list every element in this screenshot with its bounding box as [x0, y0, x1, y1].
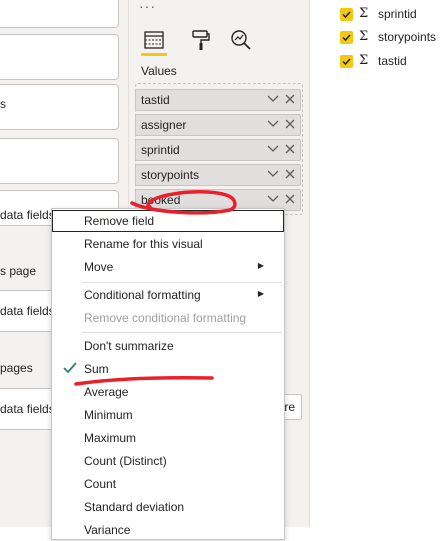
value-field-label: tastid	[141, 93, 170, 107]
value-field-label: sprintid	[141, 143, 180, 157]
paint-roller-icon[interactable]	[189, 28, 213, 52]
field-context-menu: Remove field Rename for this visual Move…	[51, 208, 285, 540]
close-icon[interactable]	[284, 167, 296, 181]
filter-card[interactable]	[0, 34, 119, 80]
menu-item-dont-summarize[interactable]: Don't summarize	[52, 335, 284, 357]
field-name: sprintid	[378, 7, 417, 21]
menu-item-label: Maximum	[84, 431, 137, 445]
menu-item-label: Remove conditional formatting	[84, 311, 247, 325]
values-well-label: Values	[141, 64, 177, 78]
menu-item-sum[interactable]: Sum	[52, 358, 284, 380]
checkmark-icon	[342, 11, 351, 19]
sigma-icon: Σ	[359, 29, 369, 44]
value-field-chip[interactable]: storypoints	[135, 164, 301, 186]
submenu-arrow-icon: ▶	[257, 289, 264, 298]
value-field-label: assigner	[141, 118, 187, 132]
menu-item-label: Move	[84, 260, 114, 274]
submenu-arrow-icon: ▶	[257, 261, 264, 270]
menu-item-label: Standard deviation	[84, 500, 185, 514]
menu-item-label: Conditional formatting	[84, 288, 201, 302]
field-name: storypoints	[378, 30, 437, 44]
field-name: tastid	[378, 54, 407, 68]
checkmark-icon	[342, 58, 351, 66]
checkmark-icon	[63, 362, 77, 374]
more-options-icon[interactable]: ···	[139, 0, 156, 14]
menu-item-label: Variance	[84, 523, 131, 537]
chevron-down-icon[interactable]	[266, 142, 280, 156]
close-icon[interactable]	[284, 92, 296, 106]
menu-item-average[interactable]: Average	[52, 381, 284, 403]
chevron-down-icon[interactable]	[266, 117, 280, 131]
menu-item-count[interactable]: Count	[52, 473, 284, 495]
menu-item-rename[interactable]: Rename for this visual	[52, 233, 284, 255]
drop-zone-text: data fields	[0, 304, 55, 318]
menu-separator	[82, 282, 282, 283]
menu-item-label: Don't summarize	[84, 339, 174, 353]
menu-item-maximum[interactable]: Maximum	[52, 427, 284, 449]
active-tab-indicator	[141, 53, 167, 56]
menu-item-label: Sum	[84, 362, 109, 376]
menu-item-standard-deviation[interactable]: Standard deviation	[52, 496, 284, 518]
menu-item-label: Count (Distinct)	[84, 454, 167, 468]
menu-item-remove-field[interactable]: Remove field	[52, 210, 284, 232]
menu-item-count-distinct[interactable]: Count (Distinct)	[52, 450, 284, 472]
filter-card[interactable]	[0, 138, 119, 184]
magnifier-chart-icon[interactable]	[229, 28, 253, 52]
menu-item-label: Minimum	[84, 408, 133, 422]
close-icon[interactable]	[284, 117, 296, 131]
close-icon[interactable]	[284, 192, 296, 206]
section-label: s page	[0, 264, 37, 278]
section-label: pages	[0, 361, 33, 375]
partial-button-label: re	[284, 400, 295, 414]
menu-item-label: Count	[84, 477, 117, 491]
filter-card[interactable]	[0, 0, 119, 28]
filter-card[interactable]: s	[0, 84, 119, 130]
value-field-label: storypoints	[141, 168, 200, 182]
menu-item-minimum[interactable]: Minimum	[52, 404, 284, 426]
chevron-down-icon[interactable]	[266, 167, 280, 181]
table-grid-icon[interactable]	[142, 28, 166, 52]
value-field-chip[interactable]: assigner	[135, 114, 301, 136]
checkbox-checked[interactable]	[340, 8, 353, 21]
chevron-down-icon[interactable]	[266, 192, 280, 206]
drop-zone-text: data fields	[0, 208, 55, 222]
checkbox-checked[interactable]	[340, 31, 353, 44]
sigma-icon: Σ	[359, 53, 369, 68]
value-field-chip[interactable]: tastid	[135, 89, 301, 111]
menu-item-move[interactable]: Move ▶	[52, 256, 284, 278]
menu-item-label: Average	[84, 385, 129, 399]
sigma-icon: Σ	[359, 6, 369, 21]
menu-item-remove-conditional-formatting: Remove conditional formatting	[52, 307, 284, 329]
close-icon[interactable]	[284, 142, 296, 156]
menu-item-label: Rename for this visual	[84, 237, 203, 251]
menu-item-variance[interactable]: Variance	[52, 519, 284, 541]
checkbox-checked[interactable]	[340, 55, 353, 68]
checkmark-icon	[342, 34, 351, 42]
value-field-chip[interactable]: sprintid	[135, 139, 301, 161]
value-field-label: booked	[141, 193, 181, 207]
menu-item-label: Remove field	[84, 214, 155, 228]
menu-item-conditional-formatting[interactable]: Conditional formatting ▶	[52, 284, 284, 306]
drop-zone-text: data fields	[0, 402, 55, 416]
chevron-down-icon[interactable]	[266, 92, 280, 106]
menu-separator	[82, 332, 282, 333]
filter-card-text: s	[0, 97, 6, 111]
